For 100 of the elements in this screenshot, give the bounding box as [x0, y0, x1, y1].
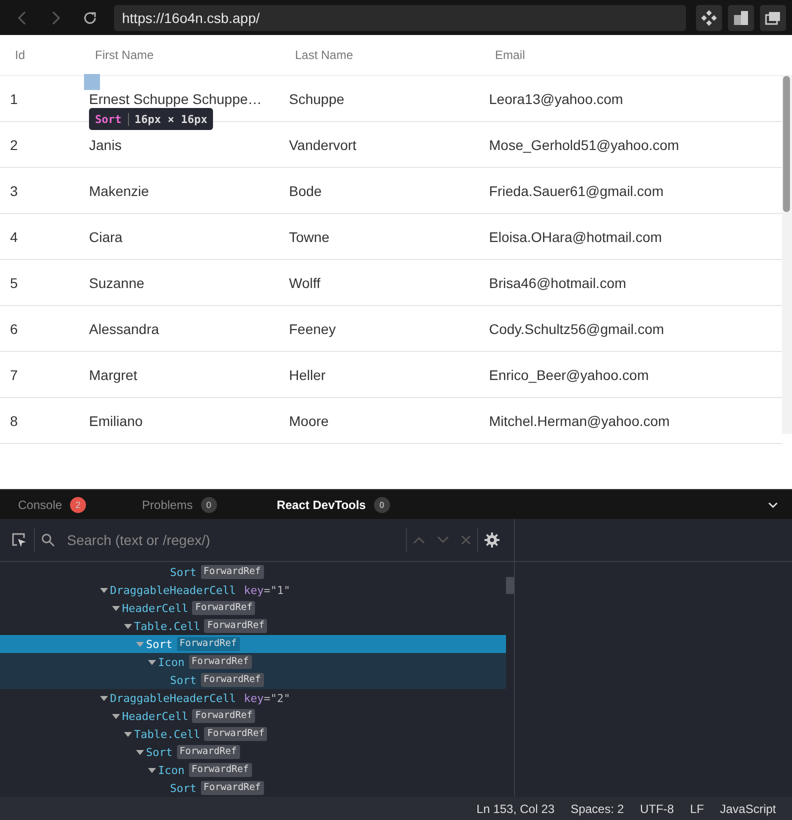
- tree-row[interactable]: Table.Cell ForwardRef: [0, 725, 506, 743]
- status-item[interactable]: Spaces: 2: [570, 802, 624, 816]
- table-cell: Ciara: [89, 228, 122, 245]
- status-item[interactable]: JavaScript: [720, 802, 776, 816]
- caret-down-icon[interactable]: [146, 659, 158, 665]
- table-cell: Bode: [289, 182, 322, 199]
- search-field[interactable]: Search (text or /regex/): [61, 532, 406, 548]
- component-name: Sort: [146, 746, 172, 758]
- url-field[interactable]: https://16o4n.csb.app/: [114, 4, 686, 31]
- component-name: DraggableHeaderCell: [110, 584, 236, 596]
- status-item[interactable]: Ln 153, Col 23: [476, 802, 555, 816]
- table-cell: Wolff: [289, 274, 320, 291]
- table-cell: 2: [10, 136, 18, 153]
- panels-icon[interactable]: [733, 10, 749, 26]
- table-cell: Janis: [89, 136, 122, 153]
- component-badge: ForwardRef: [188, 763, 252, 777]
- component-name: Table.Cell: [134, 620, 200, 632]
- table-cell: 5: [10, 274, 18, 291]
- table-cell: Leora13@yahoo.com: [489, 90, 624, 107]
- table-cell: Feeney: [289, 320, 336, 337]
- table-cell: 8: [10, 412, 18, 429]
- windows-icon[interactable]: [765, 10, 781, 26]
- tree-row[interactable]: DraggableHeaderCell key="1": [0, 581, 506, 599]
- component-badge: ForwardRef: [204, 619, 268, 633]
- table-cell: Alessandra: [89, 320, 160, 337]
- caret-down-icon[interactable]: [98, 587, 110, 593]
- inspect-tooltip: Sort 16px × 16px: [89, 108, 214, 130]
- table-cell: Schuppe: [289, 90, 344, 107]
- component-badge: ForwardRef: [192, 601, 256, 615]
- caret-down-icon[interactable]: [122, 731, 134, 737]
- component-name: Icon: [158, 764, 184, 776]
- windows-button[interactable]: [760, 4, 786, 31]
- caret-down-icon[interactable]: [98, 695, 110, 701]
- diamonds-icon[interactable]: [701, 10, 717, 26]
- column-header[interactable]: Email: [495, 48, 526, 62]
- reload-icon[interactable]: [82, 10, 98, 26]
- prop-name: key: [244, 692, 264, 704]
- component-name: DraggableHeaderCell: [110, 692, 236, 704]
- component-name: Sort: [170, 782, 196, 794]
- tree-row[interactable]: Sort ForwardRef: [0, 563, 506, 581]
- count-badge: 2: [70, 496, 86, 512]
- column-header[interactable]: Id: [15, 48, 26, 62]
- caret-down-icon[interactable]: [110, 605, 122, 611]
- tree-row[interactable]: HeaderCell ForwardRef: [0, 707, 506, 725]
- component-badge: ForwardRef: [192, 709, 256, 723]
- component-badge: ForwardRef: [200, 781, 264, 795]
- panel-tab[interactable]: Console 2: [18, 496, 86, 512]
- tree-row[interactable]: Sort ForwardRef: [0, 779, 506, 797]
- count-badge: 0: [374, 496, 390, 512]
- component-name: HeaderCell: [122, 602, 188, 614]
- table-cell: Brisa46@hotmail.com: [489, 274, 626, 291]
- tree-row[interactable]: Icon ForwardRef: [0, 761, 506, 779]
- tree-row[interactable]: Sort ForwardRef: [0, 635, 506, 653]
- table-cell: 4: [10, 228, 18, 245]
- panel-tab[interactable]: React DevTools 0: [276, 496, 390, 512]
- prop-name: key: [244, 584, 264, 596]
- diamond-grid-button[interactable]: [696, 4, 722, 31]
- column-header[interactable]: First Name: [95, 48, 154, 62]
- column-header[interactable]: Last Name: [295, 48, 354, 62]
- table-cell: Cody.Schultz56@gmail.com: [489, 320, 664, 337]
- table-cell: Mose_Gerhold51@yahoo.com: [489, 136, 680, 153]
- component-name: Table.Cell: [134, 728, 200, 740]
- chevron-right-icon[interactable]: [51, 10, 61, 25]
- component-name: Icon: [158, 656, 184, 668]
- tree-row[interactable]: HeaderCell ForwardRef: [0, 599, 506, 617]
- split-view-button[interactable]: [728, 4, 754, 31]
- status-item[interactable]: LF: [690, 802, 704, 816]
- caret-down-icon[interactable]: [146, 767, 158, 773]
- table-cell: 6: [10, 320, 18, 337]
- tree-row[interactable]: Sort ForwardRef: [0, 743, 506, 761]
- table-cell: 3: [10, 182, 18, 199]
- component-name: HeaderCell: [122, 710, 188, 722]
- table-cell: Suzanne: [89, 274, 144, 291]
- status-item[interactable]: UTF-8: [640, 802, 674, 816]
- count-badge: 0: [200, 496, 217, 512]
- chevron-left-icon[interactable]: [17, 10, 27, 25]
- chevron-down-icon[interactable]: [768, 500, 778, 508]
- table-cell: Mitchel.Herman@yahoo.com: [489, 412, 670, 429]
- scrollbar[interactable]: [782, 76, 792, 434]
- table-cell: Frieda.Sauer61@gmail.com: [489, 182, 664, 199]
- component-badge: ForwardRef: [176, 745, 240, 759]
- caret-down-icon[interactable]: [122, 623, 134, 629]
- table-cell: Moore: [289, 412, 329, 429]
- table-cell: Towne: [289, 228, 330, 245]
- caret-down-icon[interactable]: [110, 713, 122, 719]
- caret-down-icon[interactable]: [134, 749, 146, 755]
- table-cell: 7: [10, 366, 18, 383]
- table-cell: Margret: [89, 366, 138, 383]
- component-name: Sort: [170, 674, 196, 686]
- table-cell: Heller: [289, 366, 326, 383]
- table-cell: 1: [10, 90, 18, 107]
- tree-row[interactable]: Sort ForwardRef: [0, 671, 506, 689]
- prop-value: ="1": [264, 584, 290, 596]
- component-name: Sort: [170, 566, 196, 578]
- tree-row[interactable]: Icon ForwardRef: [0, 653, 506, 671]
- tree-row[interactable]: Table.Cell ForwardRef: [0, 617, 506, 635]
- element-highlight: [84, 74, 100, 90]
- panel-tab[interactable]: Problems 0: [142, 496, 217, 512]
- table-cell: Makenzie: [89, 182, 149, 199]
- tree-row[interactable]: DraggableHeaderCell key="2": [0, 689, 506, 707]
